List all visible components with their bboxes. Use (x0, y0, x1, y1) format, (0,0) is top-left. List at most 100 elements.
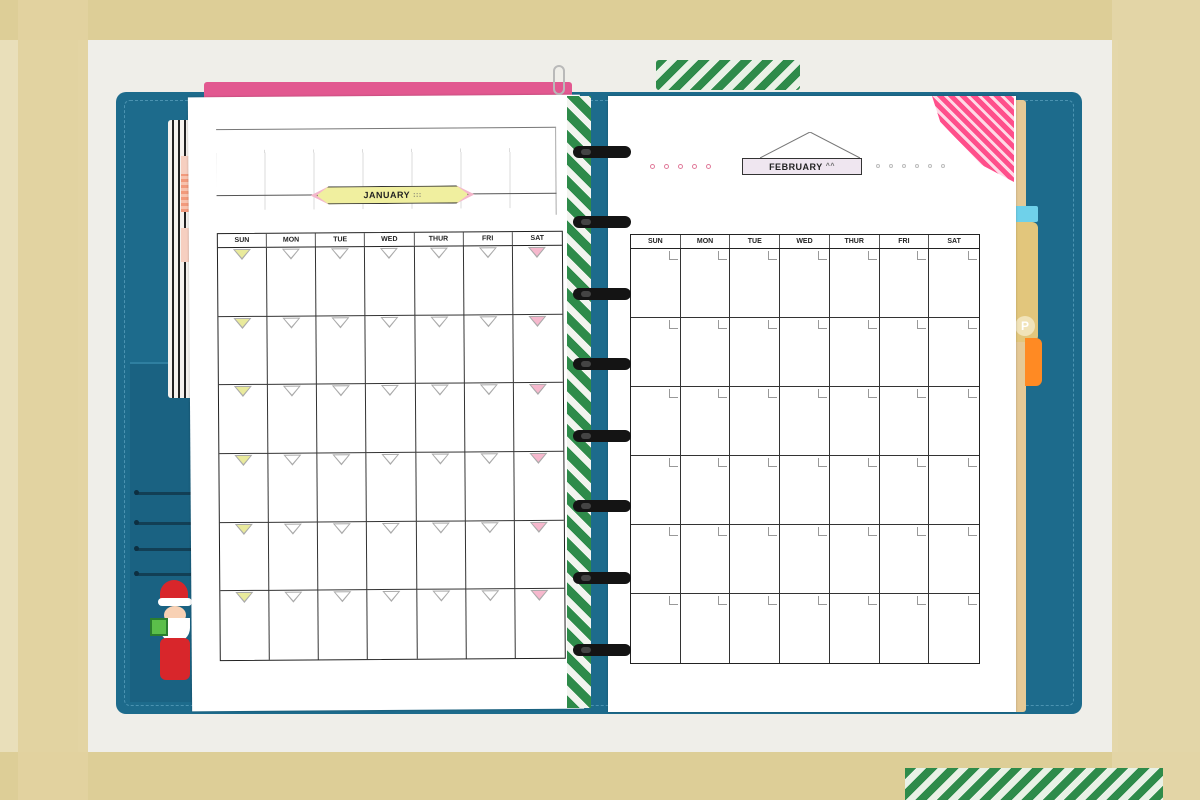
day-cell[interactable] (317, 453, 368, 523)
day-cell[interactable] (680, 249, 731, 318)
day-cell[interactable] (465, 520, 516, 590)
day-cell[interactable] (513, 383, 564, 453)
day-cell[interactable] (318, 590, 369, 660)
date-box (768, 320, 778, 329)
day-cell[interactable] (366, 384, 416, 454)
day-cell[interactable] (416, 589, 467, 659)
day-cell[interactable] (463, 246, 514, 316)
day-cell[interactable] (218, 316, 269, 386)
day-cell[interactable] (415, 383, 466, 453)
day-cell[interactable] (929, 525, 979, 594)
day-cell[interactable] (219, 453, 269, 523)
day-cell[interactable] (730, 387, 781, 456)
day-cell[interactable] (780, 318, 830, 387)
day-cell[interactable] (217, 247, 268, 317)
day-cell[interactable] (680, 525, 731, 594)
weekday-label: SUN (631, 235, 681, 248)
day-cell[interactable] (269, 590, 320, 660)
day-cell[interactable] (730, 456, 781, 525)
day-cell[interactable] (318, 521, 368, 591)
date-box (867, 458, 877, 467)
day-cell[interactable] (631, 525, 681, 594)
day-cell[interactable] (780, 594, 830, 663)
day-cell[interactable] (365, 246, 415, 316)
day-cell[interactable] (367, 521, 417, 591)
day-cell[interactable] (780, 525, 830, 594)
day-cell[interactable] (515, 589, 565, 658)
day-cell[interactable] (466, 589, 516, 659)
binder-disc (573, 146, 631, 158)
day-cell[interactable] (730, 594, 781, 663)
day-cell[interactable] (730, 318, 781, 387)
day-cell[interactable] (879, 525, 930, 594)
day-cell[interactable] (512, 245, 563, 315)
day-cell[interactable] (631, 318, 681, 387)
day-cell[interactable] (317, 384, 367, 454)
weekday-label: TUE (316, 233, 366, 247)
day-cell[interactable] (879, 249, 930, 318)
weekday-label: FRI (463, 232, 513, 246)
day-cell[interactable] (829, 318, 880, 387)
day-cell[interactable] (829, 387, 880, 456)
date-box (768, 251, 778, 260)
day-cell[interactable] (416, 521, 467, 591)
day-cell[interactable] (464, 383, 515, 453)
day-cell[interactable] (929, 456, 979, 525)
day-cell[interactable] (268, 522, 319, 592)
day-cell[interactable] (631, 456, 681, 525)
day-cell[interactable] (268, 384, 318, 454)
day-cell[interactable] (267, 316, 318, 386)
day-cell[interactable] (680, 318, 731, 387)
day-cell[interactable] (879, 387, 930, 456)
day-cell[interactable] (219, 522, 270, 592)
day-cell[interactable] (631, 594, 681, 663)
weekday-label: THUR (830, 235, 880, 248)
weekday-label: TUE (730, 235, 781, 248)
day-cell[interactable] (414, 315, 465, 385)
day-cell[interactable] (366, 452, 417, 522)
day-cell[interactable] (514, 520, 565, 590)
day-cell[interactable] (415, 452, 466, 522)
day-cell[interactable] (316, 315, 367, 385)
day-cell[interactable] (316, 247, 366, 317)
day-cell[interactable] (631, 249, 681, 318)
day-cell[interactable] (464, 314, 514, 384)
day-cell[interactable] (365, 315, 416, 385)
day-cell[interactable] (218, 385, 269, 455)
date-box (867, 527, 877, 536)
day-cell[interactable] (929, 387, 979, 456)
day-cell[interactable] (829, 456, 880, 525)
day-cell[interactable] (929, 318, 979, 387)
day-cell[interactable] (268, 453, 319, 523)
day-cell[interactable] (880, 594, 930, 663)
day-cell[interactable] (681, 594, 731, 663)
day-cell[interactable] (220, 591, 270, 661)
orange-divider-tab[interactable] (1025, 338, 1042, 386)
day-cell[interactable] (830, 594, 880, 663)
day-cell[interactable] (465, 452, 515, 522)
day-cell[interactable] (780, 387, 830, 456)
day-cell[interactable] (730, 249, 781, 318)
binder-disc (573, 430, 631, 442)
date-box (817, 458, 827, 467)
day-cell[interactable] (631, 387, 681, 456)
day-cell[interactable] (367, 590, 418, 660)
day-cell[interactable] (929, 249, 979, 318)
blue-divider-tab[interactable] (1014, 206, 1038, 222)
day-cell[interactable] (267, 247, 317, 317)
day-cell[interactable] (730, 525, 781, 594)
day-cell[interactable] (879, 456, 930, 525)
day-cell[interactable] (929, 594, 979, 663)
day-cell[interactable] (513, 314, 563, 384)
day-cell[interactable] (414, 246, 465, 316)
day-cell[interactable] (680, 387, 731, 456)
green-chevron-washi-bottom (905, 768, 1163, 800)
day-cell[interactable] (680, 456, 731, 525)
day-cell[interactable] (879, 318, 930, 387)
day-cell[interactable] (780, 249, 830, 318)
day-cell[interactable] (514, 451, 564, 521)
day-cell[interactable] (829, 525, 880, 594)
day-cell[interactable] (829, 249, 880, 318)
date-box (817, 251, 827, 260)
day-cell[interactable] (780, 456, 830, 525)
